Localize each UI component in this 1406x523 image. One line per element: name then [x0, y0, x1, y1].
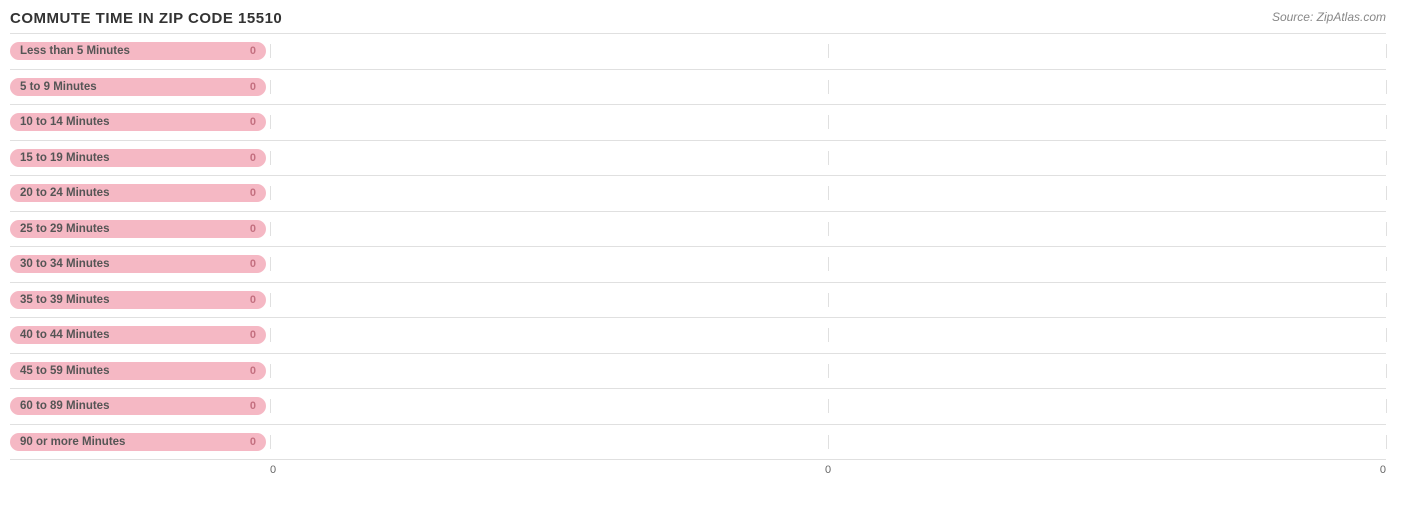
bar-graph-area — [270, 222, 1386, 236]
bar-label-area: 40 to 44 Minutes 0 — [10, 326, 270, 344]
bar-graph-area — [270, 293, 1386, 307]
bar-label-text: 90 or more Minutes — [20, 436, 125, 448]
bar-label-area: 45 to 59 Minutes 0 — [10, 362, 270, 380]
bar-graph-area — [270, 399, 1386, 413]
bar-value: 0 — [246, 187, 256, 199]
bar-graph-area — [270, 364, 1386, 378]
bar-label-text: 40 to 44 Minutes — [20, 329, 109, 341]
bar-row: 25 to 29 Minutes 0 — [10, 212, 1386, 248]
bar-label-text: 10 to 14 Minutes — [20, 116, 109, 128]
bar-value: 0 — [246, 365, 256, 377]
bar-row: 20 to 24 Minutes 0 — [10, 176, 1386, 212]
bar-value: 0 — [246, 81, 256, 93]
bar-label-text: 60 to 89 Minutes — [20, 400, 109, 412]
bar-label-text: 15 to 19 Minutes — [20, 152, 109, 164]
bar-label-area: 10 to 14 Minutes 0 — [10, 113, 270, 131]
bar-label-area: 35 to 39 Minutes 0 — [10, 291, 270, 309]
bar-graph-area — [270, 80, 1386, 94]
bar-label-text: 45 to 59 Minutes — [20, 365, 109, 377]
bar-row: 60 to 89 Minutes 0 — [10, 389, 1386, 425]
bar-label-area: 90 or more Minutes 0 — [10, 433, 270, 451]
x-axis: 0 0 0 — [10, 460, 1386, 476]
bar-label-area: 15 to 19 Minutes 0 — [10, 149, 270, 167]
bar-label-area: 30 to 34 Minutes 0 — [10, 255, 270, 273]
x-tick: 0 — [270, 464, 276, 476]
bar-row: 35 to 39 Minutes 0 — [10, 283, 1386, 319]
bar-row: 10 to 14 Minutes 0 — [10, 105, 1386, 141]
bar-label-area: Less than 5 Minutes 0 — [10, 42, 270, 60]
bar-label-area: 25 to 29 Minutes 0 — [10, 220, 270, 238]
bar-value: 0 — [246, 400, 256, 412]
bar-label-area: 60 to 89 Minutes 0 — [10, 397, 270, 415]
bar-value: 0 — [246, 436, 256, 448]
chart-container: COMMUTE TIME IN ZIP CODE 15510 Source: Z… — [0, 0, 1406, 523]
bar-value: 0 — [246, 116, 256, 128]
bar-row: Less than 5 Minutes 0 — [10, 33, 1386, 70]
source-label: Source: ZipAtlas.com — [1272, 10, 1386, 24]
bar-graph-area — [270, 151, 1386, 165]
bar-value: 0 — [246, 329, 256, 341]
bar-row: 45 to 59 Minutes 0 — [10, 354, 1386, 390]
bar-graph-area — [270, 435, 1386, 449]
bar-label-text: 35 to 39 Minutes — [20, 294, 109, 306]
bar-label-area: 20 to 24 Minutes 0 — [10, 184, 270, 202]
bar-graph-area — [270, 257, 1386, 271]
bar-value: 0 — [246, 223, 256, 235]
bar-row: 40 to 44 Minutes 0 — [10, 318, 1386, 354]
bar-label-text: Less than 5 Minutes — [20, 45, 130, 57]
bar-label-text: 25 to 29 Minutes — [20, 223, 109, 235]
bar-row: 90 or more Minutes 0 — [10, 425, 1386, 461]
bar-row: 30 to 34 Minutes 0 — [10, 247, 1386, 283]
x-tick: 0 — [1380, 464, 1386, 476]
bar-label-area: 5 to 9 Minutes 0 — [10, 78, 270, 96]
bar-graph-area — [270, 186, 1386, 200]
bar-value: 0 — [246, 152, 256, 164]
bar-value: 0 — [246, 258, 256, 270]
bar-graph-area — [270, 328, 1386, 342]
chart-title: COMMUTE TIME IN ZIP CODE 15510 — [10, 10, 1386, 27]
bar-graph-area — [270, 44, 1386, 58]
bar-row: 5 to 9 Minutes 0 — [10, 70, 1386, 106]
bar-value: 0 — [246, 45, 256, 57]
bar-row: 15 to 19 Minutes 0 — [10, 141, 1386, 177]
x-tick: 0 — [825, 464, 831, 476]
bar-label-text: 30 to 34 Minutes — [20, 258, 109, 270]
chart-area: Less than 5 Minutes05 to 9 Minutes010 to… — [10, 33, 1386, 476]
bar-value: 0 — [246, 294, 256, 306]
bar-graph-area — [270, 115, 1386, 129]
bar-label-text: 5 to 9 Minutes — [20, 81, 97, 93]
bar-label-text: 20 to 24 Minutes — [20, 187, 109, 199]
